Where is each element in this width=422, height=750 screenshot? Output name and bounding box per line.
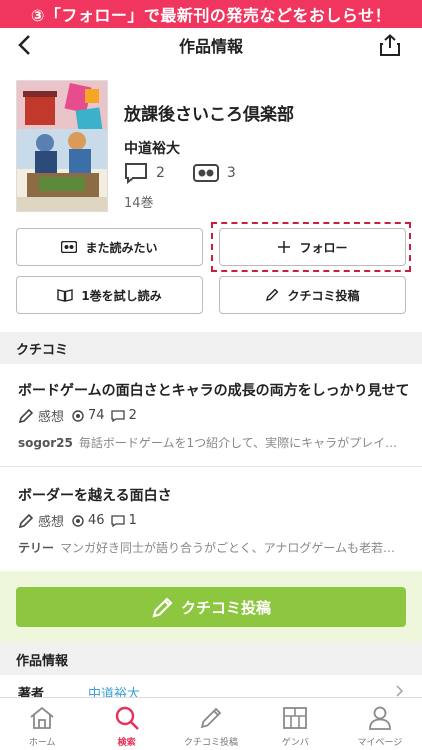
review-meta: 感想 46 1 — [18, 511, 143, 530]
chevron-right-icon — [396, 685, 404, 697]
review-title: ボーダーを越える面白さ — [18, 488, 172, 504]
info-section-header: 作品情報 — [0, 643, 422, 675]
view-icon — [72, 409, 84, 422]
reread-icon — [61, 241, 78, 253]
volume-count: 14巻 — [124, 196, 154, 211]
review-item[interactable]: ボーダーを越える面白さ 感想 46 1 テリー マンガ好き同士が語り合うがごとく、… — [0, 467, 422, 571]
share-icon — [380, 34, 400, 56]
reviews-section-title: クチコミ — [16, 342, 69, 358]
post-review-label: クチコミ投稿 — [287, 288, 360, 303]
comment-icon — [110, 409, 125, 422]
chevron-left-icon — [18, 35, 30, 55]
comment-icon — [110, 514, 125, 527]
trial-read-label: 1巻を試し読み — [81, 288, 162, 303]
info-section-title: 作品情報 — [16, 653, 69, 669]
review-body: sogor25 毎話ボードゲームを1つ紹介して、実際にキャラがプレイ… — [18, 434, 408, 451]
comment-count: 2 — [156, 165, 165, 181]
search-icon — [115, 706, 139, 730]
book-author[interactable]: 中道裕大 — [124, 138, 180, 158]
review-item[interactable]: ボードゲームの面白さとキャラの成長の両方をしっかり見せて… 感想 74 2 so… — [0, 364, 422, 467]
review-meta: 感想 74 2 — [18, 406, 143, 425]
review-view-count: 74 — [88, 408, 105, 423]
tab-post-review[interactable]: クチコミ投稿 — [169, 698, 253, 750]
back-button[interactable] — [10, 30, 38, 60]
view-icon — [72, 514, 84, 527]
review-body: テリー マンガ好き同士が語り合うがごとく、アナログゲームも老若… — [18, 539, 408, 556]
pencil-icon — [152, 597, 173, 618]
tab-home-label: ホーム — [28, 738, 56, 748]
post-review-cta-button[interactable]: クチコミ投稿 — [16, 587, 406, 627]
bottom-tab-bar: ホーム 検索 クチコミ投稿 ゲンバ マイページ — [0, 697, 422, 750]
review-type: 感想 — [38, 410, 65, 425]
plus-icon — [278, 241, 291, 253]
want-to-read-button[interactable]: また読みたい — [16, 228, 203, 266]
tab-genba[interactable]: ゲンバ — [253, 698, 337, 750]
book-title: 放課後さいころ倶楽部 — [124, 105, 294, 125]
pencil-icon — [200, 707, 222, 729]
reread-icon — [192, 164, 219, 182]
pencil-icon — [18, 513, 34, 528]
person-icon — [368, 706, 391, 730]
follow-button[interactable]: フォロー — [219, 228, 406, 266]
book-cover-image[interactable] — [16, 80, 108, 212]
review-comment-count: 2 — [128, 408, 137, 423]
genba-icon — [283, 707, 308, 729]
promo-banner-text: ③「フォロー」で最新刊の発売などをおしらせ！ — [30, 6, 392, 25]
follow-label: フォロー — [299, 240, 348, 255]
review-snippet: 毎話ボードゲームを1つ紹介して、実際にキャラがプレイ… — [78, 436, 398, 450]
comment-icon — [125, 163, 147, 184]
tab-home[interactable]: ホーム — [0, 698, 84, 750]
reread-count: 3 — [226, 165, 236, 181]
page-title: 作品情報 — [178, 37, 243, 56]
home-icon — [30, 706, 54, 729]
review-user[interactable]: sogor25 — [18, 436, 73, 450]
review-view-count: 46 — [88, 513, 105, 528]
review-user[interactable]: テリー — [18, 541, 54, 555]
book-stats: 2 3 — [124, 162, 264, 184]
post-review-button[interactable]: クチコミ投稿 — [219, 276, 406, 314]
pencil-icon — [18, 408, 34, 423]
cover-illustration — [17, 81, 107, 211]
review-title: ボードゲームの面白さとキャラの成長の両方をしっかり見せて… — [18, 383, 408, 399]
tab-post-review-label: クチコミ投稿 — [184, 738, 239, 748]
tab-search-label: 検索 — [117, 738, 136, 748]
reviews-section-header: クチコミ — [0, 332, 422, 364]
want-to-read-label: また読みたい — [85, 240, 158, 255]
tab-search[interactable]: 検索 — [84, 698, 168, 750]
promo-banner: ③「フォロー」で最新刊の発売などをおしらせ！ — [0, 0, 422, 28]
nav-bar: 作品情報 — [0, 28, 422, 62]
share-button[interactable] — [376, 31, 404, 59]
pencil-icon — [266, 288, 279, 301]
review-snippet: マンガ好き同士が語り合うがごとく、アナログゲームも老若… — [60, 541, 396, 555]
post-review-cta-label: クチコミ投稿 — [180, 598, 271, 617]
tab-mypage[interactable]: マイページ — [338, 698, 422, 750]
trial-read-button[interactable]: 1巻を試し読み — [16, 276, 203, 314]
post-review-cta-area: クチコミ投稿 — [0, 571, 422, 643]
tab-mypage-label: マイページ — [357, 738, 403, 748]
review-type: 感想 — [38, 515, 65, 530]
review-comment-count: 1 — [128, 513, 137, 528]
tab-genba-label: ゲンバ — [281, 738, 309, 748]
book-open-icon — [57, 289, 74, 302]
